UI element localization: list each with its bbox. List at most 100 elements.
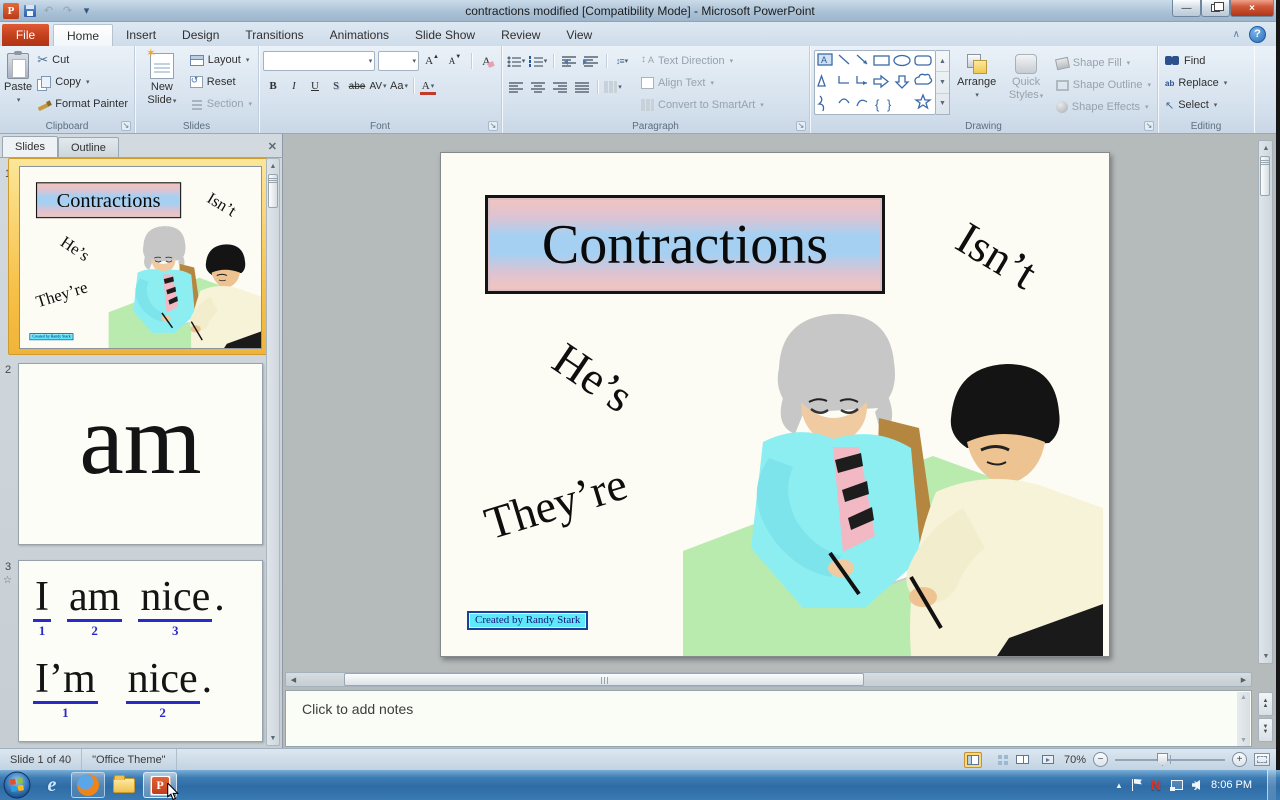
vertical-scrollbar[interactable]: ▲ ▼ [1258,140,1273,664]
slide-title-box[interactable]: Contractions [485,195,885,294]
paragraph-dialog-launcher[interactable]: ↘ [796,121,806,131]
tab-animations[interactable]: Animations [317,24,402,46]
tray-n-icon[interactable]: N [1151,777,1161,793]
zoom-slider-thumb[interactable] [1157,753,1168,766]
collapse-ribbon-icon[interactable]: ∧ [1233,29,1240,40]
font-name-combo[interactable]: ▾ [263,51,375,71]
help-button[interactable]: ? [1249,26,1266,43]
select-button[interactable]: ↖Select▾ [1162,94,1251,116]
tab-file[interactable]: File [2,24,49,46]
character-spacing-button[interactable]: AV▾ [368,76,388,96]
format-painter-button[interactable]: Format Painter [34,93,131,115]
font-color-button[interactable]: A▾ [418,76,438,96]
copy-button[interactable]: Copy▾ [34,71,131,93]
grow-font-button[interactable]: A▲ [422,51,442,71]
underline-button[interactable]: U [305,76,325,96]
previous-slide-button[interactable]: ▲▲ [1258,692,1273,716]
zoom-level[interactable]: 70% [1064,754,1086,766]
tab-home[interactable]: Home [53,24,113,46]
font-size-combo[interactable]: ▾ [378,51,419,71]
shape-outline-button[interactable]: Shape Outline▾ [1053,74,1154,96]
tab-view[interactable]: View [553,24,605,46]
tab-slideshow[interactable]: Slide Show [402,24,488,46]
taskbar-ie-button[interactable]: e [35,772,69,798]
slide-1-thumbnail[interactable]: Contractions Isn’t He’s They’re Created … [19,166,262,349]
panel-scroll-down[interactable]: ▼ [267,731,279,745]
start-button[interactable] [0,770,34,800]
tab-slides-thumbnails[interactable]: Slides [2,136,58,157]
shape-effects-button[interactable]: Shape Effects▾ [1053,96,1154,118]
tab-review[interactable]: Review [488,24,553,46]
scroll-down-button[interactable]: ▼ [1260,649,1272,663]
text-direction-button[interactable]: Text Direction▾ [638,50,767,72]
reset-button[interactable]: Reset [187,71,255,93]
line-spacing-button[interactable]: ↕≡▾ [612,51,632,71]
new-slide-button[interactable]: New Slide▾ [139,49,185,118]
shape-fill-button[interactable]: Shape Fill▾ [1053,52,1154,74]
find-button[interactable]: Find [1162,50,1251,72]
drawing-dialog-launcher[interactable]: ↘ [1144,121,1154,131]
view-sorter-button[interactable] [989,752,1007,768]
notes-scrollbar[interactable]: ▲▼ [1237,692,1250,746]
shrink-font-button[interactable]: A▼ [445,51,465,71]
quick-styles-button[interactable]: Quick Styles▾ [1003,50,1048,118]
replace-button[interactable]: abReplace▾ [1162,72,1251,94]
word-hes[interactable]: He’s [543,332,643,423]
bold-button[interactable]: B [263,76,283,96]
tab-design[interactable]: Design [169,24,232,46]
shapes-gallery[interactable]: A [814,50,936,115]
taskbar-firefox-button[interactable] [71,772,105,798]
zoom-in-button[interactable]: + [1232,752,1247,767]
arrange-button[interactable]: Arrange ▾ [954,50,999,118]
slide-2-thumbnail[interactable]: am [18,363,263,545]
network-icon[interactable] [1170,780,1183,791]
notes-placeholder[interactable]: Click to add notes [302,701,413,717]
panel-scroll-up[interactable]: ▲ [267,159,279,173]
fit-to-window-button[interactable] [1254,753,1270,766]
action-center-flag-icon[interactable] [1132,779,1142,791]
slide-3-thumbnail[interactable]: I1 am2 nice3 . I’m1 nice2 . [18,560,263,742]
minimize-button[interactable]: — [1172,0,1201,17]
zoom-slider[interactable] [1115,752,1225,767]
volume-icon[interactable]: )) [1192,780,1196,790]
tab-outline[interactable]: Outline [58,137,119,157]
save-button[interactable] [21,3,38,19]
layout-button[interactable]: Layout▾ [187,49,255,71]
clock[interactable]: 8:06 PM [1205,779,1258,791]
tab-transitions[interactable]: Transitions [232,24,316,46]
cut-button[interactable]: ✂Cut [34,49,131,71]
align-center-button[interactable] [528,77,548,97]
clipboard-dialog-launcher[interactable]: ↘ [121,121,131,131]
slide-canvas[interactable]: Contractions Isn’t He’s They’re Created … [440,152,1110,657]
vertical-scroll-thumb[interactable] [1260,156,1270,196]
zoom-out-button[interactable]: − [1093,752,1108,767]
undo-button[interactable]: ↶ [40,3,57,19]
italic-button[interactable]: I [284,76,304,96]
writers-clipart[interactable] [683,306,1103,656]
restore-button[interactable] [1201,0,1230,17]
scroll-right-button[interactable]: ▶ [1236,673,1251,686]
horizontal-scrollbar[interactable]: ◀ ▶ [285,672,1252,687]
notes-pane[interactable]: Click to add notes ▲▼ [285,690,1252,747]
tab-insert[interactable]: Insert [113,24,169,46]
word-isnt[interactable]: Isn’t [947,211,1046,299]
decrease-indent-button[interactable] [559,51,579,71]
convert-smartart-button[interactable]: Convert to SmartArt▾ [638,94,767,116]
next-slide-button[interactable]: ▼▼ [1258,718,1273,742]
scroll-left-button[interactable]: ◀ [286,673,301,686]
view-slideshow-button[interactable] [1039,752,1057,768]
panel-close-icon[interactable]: ✕ [268,140,277,153]
close-button[interactable]: × [1230,0,1274,17]
shapes-more-button[interactable]: ▼ [936,94,949,114]
powerpoint-app-icon[interactable]: P [3,3,19,19]
font-dialog-launcher[interactable]: ↘ [488,121,498,131]
tray-expand-icon[interactable]: ▲ [1115,781,1123,790]
shapes-scroll-up[interactable]: ▲ [936,51,949,72]
paste-button[interactable]: Paste ▾ [4,49,32,118]
scroll-up-button[interactable]: ▲ [1260,141,1272,155]
taskbar-explorer-button[interactable] [107,772,141,798]
strikethrough-button[interactable]: abe [347,76,367,96]
numbering-button[interactable]: ▾ [528,51,548,71]
panel-scroll-thumb[interactable] [268,174,278,208]
align-text-button[interactable]: Align Text▾ [638,72,767,94]
